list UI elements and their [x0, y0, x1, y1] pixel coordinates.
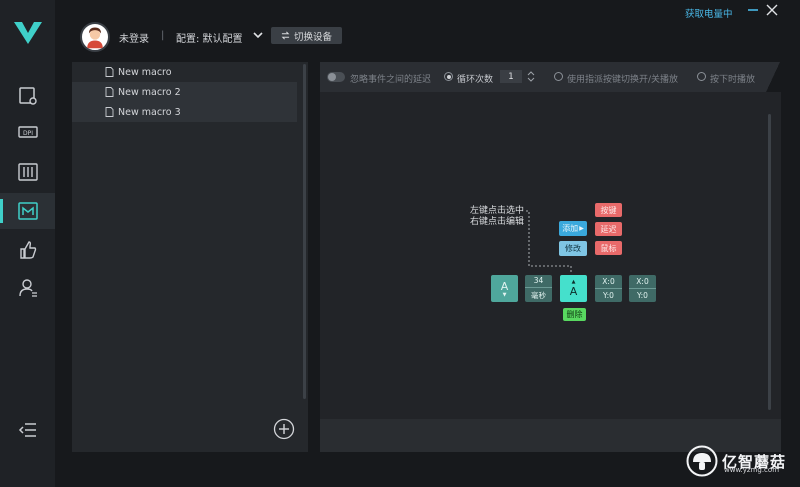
svg-text:DPI: DPI	[22, 130, 32, 137]
file-icon	[105, 107, 114, 117]
mushroom-logo-icon	[686, 445, 718, 477]
toolbar-corner	[765, 62, 781, 92]
macro-list-item[interactable]: New macro	[72, 62, 297, 82]
dpi-icon: DPI	[17, 126, 38, 138]
node-pos-x: X:0	[602, 277, 615, 286]
swap-icon	[281, 31, 290, 40]
event-node-key[interactable]: A ▼	[491, 275, 518, 302]
hold-mode-radio[interactable]	[697, 72, 706, 81]
editor-scrollbar[interactable]	[768, 114, 771, 410]
watermark-url: www.yzmg.com	[724, 466, 780, 474]
node-delay-unit: 毫秒	[525, 287, 552, 301]
node-pos-y: Y:0	[629, 288, 656, 300]
add-mouse-label: 鼠标	[600, 243, 617, 253]
macro-list-panel: New macro New macro 2 New macro 3	[72, 62, 308, 452]
event-node-mouse-pos[interactable]: X:0 Y:0	[629, 275, 656, 302]
add-key-label: 按键	[600, 205, 617, 215]
ignore-delay-label: 忽略事件之间的延迟	[350, 75, 432, 85]
canvas-help-text: 左键点击选中 右键点击编辑	[470, 206, 524, 228]
hold-mode-label: 按下时播放	[710, 75, 756, 85]
node-key-label: A	[500, 279, 509, 293]
ignore-delay-toggle[interactable]	[327, 72, 345, 82]
node-pos-y: Y:0	[595, 288, 622, 300]
editor-toolbar: 忽略事件之间的延迟 循环次数 1 使用指派按键切换开/关播放 按下时播放	[320, 62, 781, 92]
node-selected-label: A	[569, 284, 578, 298]
loop-count-radio[interactable]	[444, 72, 453, 81]
file-icon	[105, 67, 114, 77]
collapse-sidebar-button[interactable]	[0, 412, 55, 448]
switch-device-label: 切换设备	[293, 31, 332, 43]
stepper-icon[interactable]	[527, 70, 535, 83]
monitor-gear-icon	[18, 87, 37, 105]
nav-rail: DPI	[0, 0, 55, 487]
loop-count-input[interactable]: 1	[500, 70, 522, 83]
equalizer-icon	[17, 163, 38, 181]
top-bar: 未登录 | 配置: 默认配置 切换设备 获取电量中	[55, 0, 800, 62]
help-line: 左键点击选中	[470, 206, 525, 216]
thumbs-up-icon	[19, 241, 36, 259]
toggle-mode-label: 使用指派按键切换开/关播放	[567, 75, 679, 85]
add-key-button[interactable]: 按键	[595, 203, 622, 217]
help-line: 右键点击编辑	[470, 217, 525, 227]
battery-status: 获取电量中	[685, 9, 733, 20]
macro-icon	[17, 202, 38, 220]
brand-logo-icon	[14, 22, 42, 44]
switch-device-button[interactable]: 切换设备	[271, 27, 342, 44]
add-event-button[interactable]: 添加 ▶	[559, 221, 587, 236]
avatar[interactable]	[80, 22, 110, 52]
macro-name: New macro 3	[118, 106, 181, 118]
nav-like[interactable]	[0, 232, 55, 268]
caret-right-icon: ▶	[579, 225, 584, 232]
nav-macro[interactable]	[0, 193, 55, 229]
close-icon[interactable]	[766, 4, 778, 16]
arrow-down-icon: ▼	[502, 291, 507, 298]
macro-list-item[interactable]: New macro 2	[72, 82, 297, 102]
macro-name: New macro	[118, 66, 172, 78]
delete-event-label: 删除	[566, 310, 583, 319]
config-selector[interactable]: 配置: 默认配置	[176, 30, 243, 45]
node-pos-x: X:0	[636, 277, 649, 286]
modify-event-label: 修改	[565, 244, 581, 253]
add-delay-button[interactable]: 延迟	[595, 222, 622, 236]
chevron-down-icon[interactable]	[251, 28, 265, 42]
nav-equalizer[interactable]	[0, 154, 55, 190]
add-macro-button[interactable]	[273, 418, 295, 440]
event-node-selected[interactable]: ▲ A	[560, 275, 587, 302]
modify-event-button[interactable]: 修改	[559, 241, 587, 256]
event-node-mouse-pos[interactable]: X:0 Y:0	[595, 275, 622, 302]
node-delay-value: 34	[533, 276, 544, 285]
add-event-label: 添加	[562, 224, 579, 233]
minimize-icon[interactable]	[747, 4, 759, 16]
watermark: 亿智蘑菇 www.yzmg.com	[686, 445, 786, 477]
delete-event-button[interactable]: 删除	[563, 308, 586, 321]
add-delay-label: 延迟	[600, 224, 617, 234]
header-separator: |	[161, 30, 165, 41]
macro-list-item[interactable]: New macro 3	[72, 102, 297, 122]
event-node-delay[interactable]: 34 毫秒	[525, 275, 552, 302]
login-status[interactable]: 未登录	[119, 30, 149, 45]
loop-count-label: 循环次数	[457, 75, 494, 85]
avatar-icon	[87, 27, 103, 49]
macro-name: New macro 2	[118, 86, 181, 98]
nav-dpi[interactable]: DPI	[0, 114, 55, 150]
user-settings-icon	[18, 279, 37, 297]
collapse-menu-icon	[18, 423, 36, 437]
nav-account[interactable]	[0, 270, 55, 306]
nav-performance[interactable]	[0, 78, 55, 114]
macro-list-scrollbar[interactable]	[303, 64, 306, 399]
add-mouse-button[interactable]: 鼠标	[595, 241, 622, 255]
toggle-mode-radio[interactable]	[554, 72, 563, 81]
file-icon	[105, 87, 114, 97]
